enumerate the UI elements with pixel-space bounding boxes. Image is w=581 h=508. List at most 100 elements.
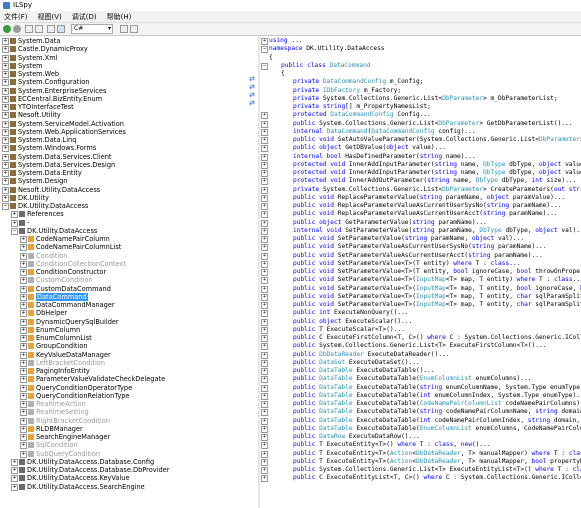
expand-icon[interactable]: + [20, 343, 27, 351]
expand-icon[interactable]: + [11, 458, 18, 466]
expand-icon[interactable]: + [20, 269, 27, 276]
code-view[interactable]: + using ... − namespace DK.Utility.DataAcce… [260, 36, 581, 508]
menu-item[interactable]: 文件(F) [0, 11, 34, 22]
menu-item[interactable]: 帮助(H) [103, 11, 138, 22]
expand-icon[interactable]: + [20, 351, 27, 359]
expand-fold-icon[interactable]: + [261, 137, 268, 144]
expand-fold-icon[interactable]: + [261, 277, 268, 285]
expand-icon[interactable]: + [20, 285, 27, 293]
open-icon[interactable] [25, 25, 33, 33]
expand-icon[interactable]: + [2, 112, 9, 120]
expand-fold-icon[interactable]: + [261, 112, 268, 120]
expand-fold-icon[interactable]: + [261, 335, 268, 342]
expand-icon[interactable]: + [20, 442, 27, 450]
expand-icon[interactable]: + [2, 170, 9, 177]
expand-fold-icon[interactable]: + [261, 236, 268, 243]
expand-fold-icon[interactable]: + [261, 326, 268, 334]
expand-icon[interactable]: + [20, 401, 27, 408]
expand-icon[interactable]: + [20, 244, 27, 252]
expand-icon[interactable]: + [2, 79, 9, 87]
expand-fold-icon[interactable]: + [261, 186, 268, 194]
expand-icon[interactable]: + [20, 310, 27, 318]
expand-fold-icon[interactable]: + [261, 219, 268, 227]
expand-fold-icon[interactable]: + [261, 401, 268, 408]
expand-icon[interactable]: + [2, 38, 9, 45]
expand-fold-icon[interactable]: + [261, 417, 268, 425]
expand-fold-icon[interactable]: + [261, 343, 268, 351]
expand-fold-icon[interactable]: + [261, 161, 268, 169]
expand-icon[interactable]: + [20, 236, 27, 243]
expand-icon[interactable]: + [2, 145, 9, 153]
expand-icon[interactable]: + [2, 46, 9, 54]
expand-icon[interactable]: + [20, 368, 27, 375]
expand-icon[interactable]: + [2, 153, 9, 161]
expand-icon[interactable]: + [11, 475, 18, 483]
back-icon[interactable] [3, 25, 11, 33]
expand-icon[interactable]: + [20, 252, 27, 260]
expand-fold-icon[interactable]: + [261, 409, 268, 417]
expand-fold-icon[interactable]: + [261, 260, 268, 268]
expand-icon[interactable]: + [2, 137, 9, 144]
expand-icon[interactable]: + [20, 326, 27, 334]
expand-fold-icon[interactable]: + [261, 425, 268, 433]
expand-fold-icon[interactable]: + [261, 384, 268, 392]
expand-icon[interactable]: + [11, 219, 18, 227]
assembly-tree[interactable]: + System.Data + Castle.DynamicProxy + System.… [0, 36, 259, 508]
expand-fold-icon[interactable]: + [261, 475, 268, 483]
expand-fold-icon[interactable]: + [261, 285, 268, 293]
expand-icon[interactable]: + [20, 359, 27, 367]
expand-icon[interactable]: + [2, 71, 9, 78]
expand-icon[interactable]: + [2, 54, 9, 62]
expand-icon[interactable]: + [2, 104, 9, 111]
expand-icon[interactable]: + [20, 376, 27, 384]
expand-fold-icon[interactable]: + [261, 293, 268, 301]
expand-icon[interactable]: + [2, 128, 9, 136]
expand-icon[interactable]: + [20, 293, 27, 301]
expand-fold-icon[interactable]: + [261, 376, 268, 384]
expand-fold-icon[interactable]: + [261, 368, 268, 375]
expand-icon[interactable]: + [20, 277, 27, 285]
expand-icon[interactable]: + [20, 335, 27, 342]
expand-icon[interactable]: + [11, 467, 18, 474]
expand-icon[interactable]: + [2, 95, 9, 103]
expand-icon[interactable]: + [20, 450, 27, 458]
expand-icon[interactable]: + [11, 483, 18, 491]
expand-icon[interactable]: + [20, 434, 27, 441]
language-select[interactable]: C# ▾ [71, 24, 113, 34]
expand-fold-icon[interactable]: + [261, 434, 268, 441]
collapse-fold-icon[interactable]: − [261, 46, 268, 54]
navigate-icon[interactable] [120, 25, 128, 33]
expand-icon[interactable]: + [2, 161, 9, 169]
expand-icon[interactable]: + [2, 178, 9, 186]
expand-icon[interactable]: + [2, 87, 9, 95]
expand-icon[interactable]: + [20, 318, 27, 326]
expand-fold-icon[interactable]: + [261, 170, 268, 177]
collapse-icon[interactable]: − [11, 227, 18, 235]
expand-fold-icon[interactable]: + [261, 252, 268, 260]
expand-fold-icon[interactable]: + [261, 153, 268, 161]
expand-fold-icon[interactable]: + [261, 128, 268, 136]
collapse-fold-icon[interactable]: − [261, 62, 268, 70]
expand-fold-icon[interactable]: + [261, 244, 268, 252]
expand-icon[interactable]: + [20, 425, 27, 433]
refresh-icon[interactable] [35, 25, 43, 33]
expand-fold-icon[interactable]: + [261, 318, 268, 326]
expand-icon[interactable]: + [11, 211, 18, 219]
expand-fold-icon[interactable]: + [261, 450, 268, 458]
expand-fold-icon[interactable]: + [261, 227, 268, 235]
expand-icon[interactable]: + [20, 417, 27, 425]
collapse-icon[interactable]: − [2, 203, 9, 210]
expand-icon[interactable]: + [2, 194, 9, 202]
expand-icon[interactable]: + [2, 62, 9, 70]
expand-fold-icon[interactable]: + [261, 351, 268, 359]
expand-icon[interactable]: + [20, 392, 27, 400]
search-icon[interactable] [130, 25, 138, 33]
expand-icon[interactable]: + [20, 384, 27, 392]
expand-fold-icon[interactable]: + [261, 467, 268, 474]
expand-icon[interactable]: + [20, 409, 27, 417]
expand-fold-icon[interactable]: + [261, 310, 268, 318]
expand-fold-icon[interactable]: + [261, 38, 268, 45]
expand-fold-icon[interactable]: + [261, 211, 268, 219]
show-all-icon[interactable] [57, 25, 65, 33]
menu-item[interactable]: 调试(D) [68, 11, 103, 22]
